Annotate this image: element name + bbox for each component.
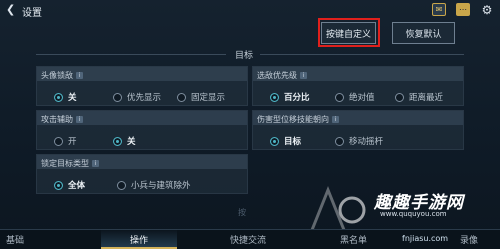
info-icon[interactable]: i bbox=[300, 72, 307, 79]
gear-icon[interactable]: ⚙ bbox=[480, 3, 494, 17]
section-divider-right bbox=[260, 54, 464, 55]
option-attack-assist-on[interactable]: 开 bbox=[54, 135, 77, 147]
option-avatar-lock-priority[interactable]: 优先显示 bbox=[113, 91, 161, 103]
radio-icon bbox=[117, 180, 126, 190]
radio-selected-icon bbox=[113, 136, 122, 146]
panel-title-text: 选敌优先级 bbox=[257, 71, 297, 80]
option-label: 开 bbox=[68, 137, 77, 147]
option-label: 小兵与建筑除外 bbox=[131, 181, 191, 191]
panel-skill-direction: 伤害型位移技能朝向 i 目标 移动摇杆 bbox=[252, 110, 464, 150]
info-icon[interactable]: i bbox=[332, 116, 339, 123]
option-label: 关 bbox=[68, 93, 77, 103]
panel-attack-assist: 攻击辅助 i 开 关 bbox=[36, 110, 248, 150]
reset-default-button[interactable]: 恢复默认 bbox=[392, 22, 455, 44]
option-label: 移动摇杆 bbox=[349, 137, 384, 147]
radio-selected-icon bbox=[270, 92, 279, 102]
panel-title-text: 攻击辅助 bbox=[41, 115, 73, 124]
page-title: 设置 bbox=[22, 8, 42, 19]
panel-title: 头像锁敌 i bbox=[41, 70, 83, 81]
radio-icon bbox=[395, 92, 404, 102]
custom-keys-button[interactable]: 按键自定义 bbox=[321, 22, 376, 44]
radio-icon bbox=[54, 136, 63, 146]
section-title: 目标 bbox=[235, 51, 254, 61]
option-direction-joystick[interactable]: 移动摇杆 bbox=[335, 135, 383, 147]
option-target-all[interactable]: 全体 bbox=[54, 179, 85, 191]
option-target-exclude-minions[interactable]: 小兵与建筑除外 bbox=[117, 179, 191, 191]
option-label: 距离最近 bbox=[409, 93, 444, 103]
section-header: 目标 bbox=[36, 46, 464, 62]
radio-icon bbox=[177, 92, 186, 102]
option-label: 绝对值 bbox=[349, 93, 375, 103]
tab-replay[interactable]: 录像 bbox=[460, 233, 478, 246]
panel-title: 选敌优先级 i bbox=[257, 70, 307, 81]
panel-title: 伤害型位移技能朝向 i bbox=[257, 114, 339, 125]
tab-basic[interactable]: 基础 bbox=[6, 233, 24, 246]
panel-avatar-lock: 头像锁敌 i 关 优先显示 固定显示 bbox=[36, 66, 248, 106]
tab-quick-chat[interactable]: 快捷交流 bbox=[230, 233, 266, 246]
radio-icon bbox=[113, 92, 122, 102]
option-label: 固定显示 bbox=[191, 93, 226, 103]
watermark-url-secondary: fnjiasu.com bbox=[402, 234, 449, 243]
chat-icon[interactable]: ⋯ bbox=[456, 3, 470, 16]
option-avatar-lock-fixed[interactable]: 固定显示 bbox=[177, 91, 225, 103]
option-priority-absolute[interactable]: 绝对值 bbox=[335, 91, 375, 103]
section-divider-left bbox=[36, 54, 226, 55]
radio-selected-icon bbox=[270, 136, 279, 146]
panel-lock-target-type: 锁定目标类型 i 全体 小兵与建筑除外 bbox=[36, 154, 248, 194]
info-icon[interactable]: i bbox=[92, 160, 99, 167]
top-bar: ❮ 设置 ✉ ⋯ ⚙ bbox=[0, 0, 500, 22]
option-direction-target[interactable]: 目标 bbox=[270, 135, 301, 147]
top-icons: ✉ ⋯ ⚙ bbox=[432, 3, 494, 17]
radio-selected-icon bbox=[54, 180, 63, 190]
option-priority-nearest[interactable]: 距离最近 bbox=[395, 91, 443, 103]
panel-title: 锁定目标类型 i bbox=[41, 158, 99, 169]
panel-title-text: 头像锁敌 bbox=[41, 71, 73, 80]
back-arrow-icon[interactable]: ❮ bbox=[6, 4, 16, 16]
panel-title: 攻击辅助 i bbox=[41, 114, 83, 125]
radio-icon bbox=[335, 92, 344, 102]
panel-title-text: 锁定目标类型 bbox=[41, 159, 89, 168]
option-label: 目标 bbox=[284, 137, 302, 147]
option-label: 优先显示 bbox=[127, 93, 162, 103]
tab-blacklist[interactable]: 黑名单 bbox=[340, 233, 367, 246]
radio-icon bbox=[335, 136, 344, 146]
tab-controls[interactable]: 操作 bbox=[130, 233, 148, 246]
option-label: 关 bbox=[127, 137, 136, 147]
option-priority-percent[interactable]: 百分比 bbox=[270, 91, 310, 103]
watermark-url: www.ququyou.com bbox=[380, 210, 447, 218]
mail-icon[interactable]: ✉ bbox=[432, 3, 446, 16]
option-attack-assist-off[interactable]: 关 bbox=[113, 135, 136, 147]
option-avatar-lock-off[interactable]: 关 bbox=[54, 91, 77, 103]
info-icon[interactable]: i bbox=[76, 72, 83, 79]
panel-title-text: 伤害型位移技能朝向 bbox=[257, 115, 329, 124]
scroll-hint-text: 按 bbox=[238, 208, 246, 217]
option-label: 百分比 bbox=[284, 93, 310, 103]
option-label: 全体 bbox=[68, 181, 86, 191]
info-icon[interactable]: i bbox=[76, 116, 83, 123]
radio-selected-icon bbox=[54, 92, 63, 102]
panel-target-priority: 选敌优先级 i 百分比 绝对值 距离最近 bbox=[252, 66, 464, 106]
